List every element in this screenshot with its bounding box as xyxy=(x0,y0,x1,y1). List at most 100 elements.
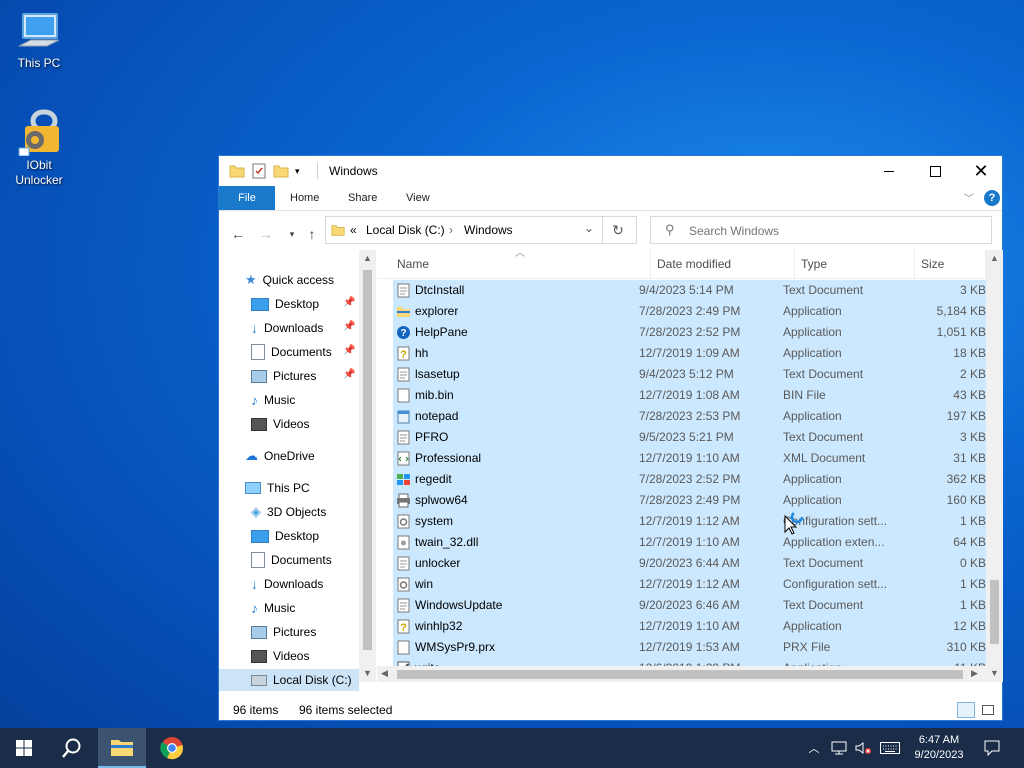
desktop-icon-this-pc[interactable]: This PC xyxy=(1,10,77,70)
file-row[interactable]: system 12/7/2019 1:12 AM Configuration set… xyxy=(393,511,986,532)
new-folder-icon[interactable] xyxy=(273,163,289,179)
horizontal-scrollbar[interactable]: ◀ ▶ xyxy=(377,666,986,682)
file-row[interactable]: regedit 7/28/2023 2:52 PM Application 362 K… xyxy=(393,469,986,490)
minimize-button[interactable] xyxy=(866,156,912,186)
nav-local-disk[interactable]: Local Disk (C:) xyxy=(219,669,359,691)
file-row[interactable]: WindowsUpdate 9/20/2023 6:46 AM Text Docum… xyxy=(393,595,986,616)
file-row[interactable]: PFRO 9/5/2023 5:21 PM Text Document 3 KB xyxy=(393,427,986,448)
column-type[interactable]: Type xyxy=(795,250,915,278)
file-row[interactable]: write 12/6/2019 1:29 PM Application 11 KB xyxy=(393,658,986,666)
nav-onedrive[interactable]: ☁ OneDrive xyxy=(245,445,315,467)
file-row[interactable]: explorer 7/28/2023 2:49 PM Application 5,18… xyxy=(393,301,986,322)
scroll-down-arrow[interactable]: ▼ xyxy=(986,665,1003,682)
nav-quick-access[interactable]: ★ Quick access xyxy=(245,269,334,291)
scrollbar-thumb[interactable] xyxy=(363,270,372,650)
scrollbar-thumb[interactable] xyxy=(990,580,999,644)
large-icons-view-icon[interactable] xyxy=(979,702,995,718)
file-row[interactable]: DtcInstall 9/4/2023 5:14 PM Text Document 3… xyxy=(393,280,986,301)
network-icon[interactable] xyxy=(828,728,850,768)
taskbar-chrome[interactable] xyxy=(148,728,196,768)
title-bar[interactable]: ▾ Windows ✕ xyxy=(219,156,1002,186)
breadcrumb-local-disk[interactable]: Local Disk (C:) xyxy=(366,223,445,237)
file-row[interactable]: WMSysPr9.prx 12/7/2019 1:53 AM PRX File 310… xyxy=(393,637,986,658)
nav-pc-music[interactable]: ♪ Music xyxy=(251,597,295,619)
search-input[interactable] xyxy=(687,221,981,241)
up-button[interactable]: ↑ xyxy=(303,225,321,243)
nav-3d-objects[interactable]: ◈ 3D Objects xyxy=(251,501,326,523)
tab-file[interactable]: File xyxy=(219,186,275,210)
address-history-dropdown[interactable]: ⌄ xyxy=(584,221,594,235)
nav-this-pc[interactable]: This PC xyxy=(245,477,310,499)
help-icon[interactable]: ? xyxy=(984,190,1000,206)
breadcrumb-windows[interactable]: Windows xyxy=(464,223,513,237)
nav-label: Pictures xyxy=(273,369,317,383)
nav-quick-pictures[interactable]: Pictures xyxy=(251,365,316,387)
file-size: 1,051 KB xyxy=(936,325,986,339)
forward-button[interactable]: → xyxy=(257,225,275,243)
file-row[interactable]: splwow64 7/28/2023 2:49 PM Application 160 … xyxy=(393,490,986,511)
start-button[interactable] xyxy=(0,728,48,768)
nav-pc-videos[interactable]: Videos xyxy=(251,645,309,667)
address-overflow-chevron[interactable]: « xyxy=(350,223,357,237)
column-date[interactable]: Date modified xyxy=(651,250,795,278)
file-row[interactable]: ? winhlp32 12/7/2019 1:10 AM Application 12 … xyxy=(393,616,986,637)
scrollbar-thumb[interactable] xyxy=(397,670,963,679)
file-row[interactable]: twain_32.dll 12/7/2019 1:10 AM Application… xyxy=(393,532,986,553)
nav-quick-documents[interactable]: Documents xyxy=(251,341,332,363)
show-hidden-icons[interactable]: ︿ xyxy=(804,728,824,768)
desktop-icon-iobit-unlocker[interactable]: IObit Unlocker xyxy=(1,108,77,188)
nav-quick-music[interactable]: ♪ Music xyxy=(251,389,295,411)
file-date-modified: 12/7/2019 1:53 AM xyxy=(639,640,740,654)
clock[interactable]: 6:47 AM 9/20/2023 xyxy=(904,728,974,768)
volume-icon[interactable] xyxy=(852,728,874,768)
tab-home[interactable]: Home xyxy=(278,186,331,210)
file-row[interactable]: lsasetup 9/4/2023 5:12 PM Text Document 2 K… xyxy=(393,364,986,385)
notification-center-button[interactable] xyxy=(978,728,1006,768)
expand-ribbon-icon[interactable]: ﹀ xyxy=(964,190,974,205)
refresh-button[interactable]: ↻ xyxy=(602,217,633,243)
file-row[interactable]: mib.bin 12/7/2019 1:08 AM BIN File 43 KB xyxy=(393,385,986,406)
nav-quick-desktop[interactable]: Desktop xyxy=(251,293,319,315)
file-row[interactable]: ? HelpPane 7/28/2023 2:52 PM Application 1,0… xyxy=(393,322,986,343)
scroll-up-arrow[interactable]: ▲ xyxy=(986,250,1003,267)
column-size[interactable]: Size xyxy=(915,250,986,278)
nav-quick-videos[interactable]: Videos xyxy=(251,413,309,435)
address-bar[interactable]: « Local Disk (C:) › Windows ⌄ ↻ xyxy=(325,216,637,244)
videos-icon xyxy=(251,649,267,663)
maximize-button[interactable] xyxy=(912,156,958,186)
nav-quick-downloads[interactable]: ↓ Downloads xyxy=(251,317,323,339)
file-list-scrollbar[interactable]: ▲ ▼ xyxy=(986,250,1003,682)
file-date-modified: 9/5/2023 5:21 PM xyxy=(639,430,734,444)
file-size: 3 KB xyxy=(959,283,986,297)
tab-view[interactable]: View xyxy=(394,186,442,210)
scroll-right-arrow[interactable]: ▶ xyxy=(971,668,978,679)
search-box[interactable]: ⚲ xyxy=(650,216,992,244)
close-button[interactable]: ✕ xyxy=(958,156,1004,186)
nav-pane-scrollbar[interactable]: ▲ ▼ xyxy=(359,250,376,682)
nav-pc-documents[interactable]: Documents xyxy=(251,549,332,571)
file-size: 18 KB xyxy=(953,346,986,360)
file-row[interactable]: notepad 7/28/2023 2:53 PM Application 197 K… xyxy=(393,406,986,427)
details-view-icon[interactable] xyxy=(957,702,975,718)
breadcrumb-separator: › xyxy=(449,223,453,237)
file-explorer-window: ▾ Windows ✕ File Home Share View ﹀ ? ← →… xyxy=(218,155,1003,721)
properties-icon[interactable] xyxy=(251,163,267,179)
nav-pc-desktop[interactable]: Desktop xyxy=(251,525,319,547)
scroll-down-arrow[interactable]: ▼ xyxy=(359,665,376,682)
scroll-left-arrow[interactable]: ◀ xyxy=(381,668,388,679)
drive-icon xyxy=(251,674,267,686)
customize-toolbar-icon[interactable]: ▾ xyxy=(295,166,300,177)
nav-pc-pictures[interactable]: Pictures xyxy=(251,621,316,643)
nav-pc-downloads[interactable]: ↓ Downloads xyxy=(251,573,323,595)
scroll-up-arrow[interactable]: ▲ xyxy=(359,250,376,267)
file-row[interactable]: unlocker 9/20/2023 6:44 AM Text Document 0 … xyxy=(393,553,986,574)
file-row[interactable]: ? hh 12/7/2019 1:09 AM Application 18 KB xyxy=(393,343,986,364)
file-row[interactable]: Professional 12/7/2019 1:10 AM XML Documen… xyxy=(393,448,986,469)
file-row[interactable]: win 12/7/2019 1:12 AM Configuration sett..… xyxy=(393,574,986,595)
taskbar-file-explorer[interactable] xyxy=(98,728,146,768)
tab-share[interactable]: Share xyxy=(336,186,389,210)
back-button[interactable]: ← xyxy=(229,225,247,243)
search-button[interactable] xyxy=(48,728,96,768)
keyboard-icon[interactable] xyxy=(878,728,902,768)
recent-locations-button[interactable]: ▾ xyxy=(283,225,301,243)
